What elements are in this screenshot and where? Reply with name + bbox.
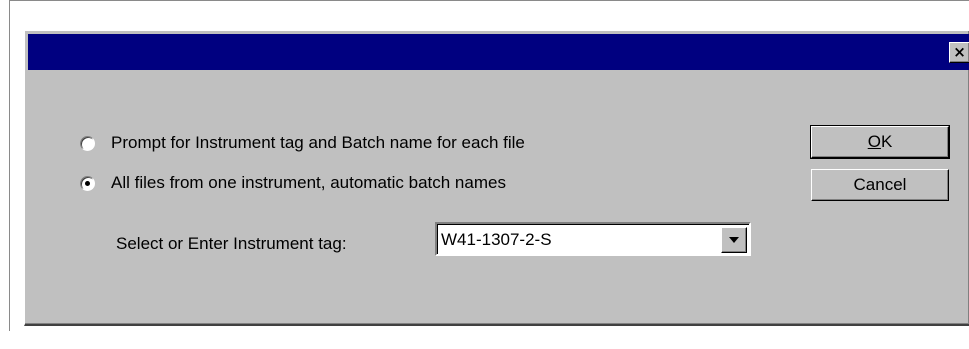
radio-option-prompt-each-file[interactable]: Prompt for Instrument tag and Batch name… — [80, 132, 525, 154]
title-bar[interactable]: × — [28, 34, 969, 70]
cancel-button[interactable]: Cancel — [811, 169, 949, 201]
radio-button-prompt-each-file[interactable] — [80, 135, 95, 151]
instrument-tag-dialog: × Prompt for Instrument tag and Batch na… — [24, 30, 969, 326]
background-frame-top-line — [9, 0, 969, 1]
radio-selected-dot — [85, 180, 90, 186]
radio-button-one-instrument[interactable] — [80, 175, 95, 191]
instrument-tag-value[interactable]: W41-1307-2-S — [441, 230, 552, 250]
instrument-tag-label: Select or Enter Instrument tag: — [116, 234, 347, 253]
background-frame-left-line — [9, 0, 10, 331]
ok-mnemonic: O — [867, 132, 881, 151]
radio-option-one-instrument[interactable]: All files from one instrument, automatic… — [80, 172, 506, 194]
radio-label-one-instrument: All files from one instrument, automatic… — [111, 173, 506, 192]
instrument-tag-combobox[interactable]: W41-1307-2-S — [435, 222, 751, 256]
chevron-down-icon — [729, 237, 739, 243]
close-button[interactable]: × — [949, 42, 969, 63]
ok-label-rest: K — [880, 132, 893, 151]
ok-button[interactable]: OK — [810, 125, 950, 159]
close-icon: × — [953, 43, 966, 61]
dropdown-arrow-button[interactable] — [721, 227, 747, 253]
radio-label-prompt-each-file: Prompt for Instrument tag and Batch name… — [111, 133, 525, 152]
